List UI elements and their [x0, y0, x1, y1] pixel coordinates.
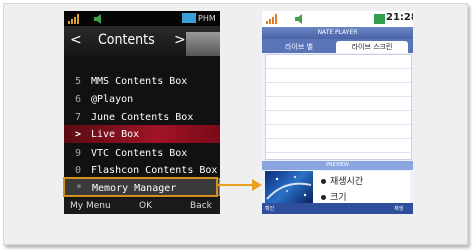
row-number: 5	[75, 76, 82, 87]
thumbnail-image	[186, 32, 220, 56]
signal-icon	[266, 14, 277, 24]
tab-live-screen[interactable]: 라이브 스크린	[336, 41, 408, 53]
row-number: 6	[75, 94, 82, 105]
list-item[interactable]: 6 @Playon	[64, 90, 220, 108]
option-playtime[interactable]: 재생시간	[321, 174, 363, 187]
bullet-icon	[321, 179, 326, 184]
softkey-back[interactable]: Back	[190, 201, 212, 211]
speaker-icon	[94, 14, 101, 24]
speaker-icon	[295, 14, 302, 24]
softkey-left[interactable]: My Menu	[70, 201, 111, 211]
status-bar: PHM	[64, 11, 220, 26]
list-item[interactable]: 9 VTC Contents Box	[64, 144, 220, 162]
status-right-text: PHM	[198, 14, 216, 23]
list-item[interactable]: 7 June Contents Box	[64, 108, 220, 126]
list-item-selected[interactable]: > Live Box	[64, 125, 220, 143]
title-bar: < Contents >	[64, 26, 220, 56]
softkey-confirm[interactable]: 확인	[265, 205, 274, 212]
clock: 21:28	[386, 12, 413, 23]
preview-thumbnail	[265, 171, 313, 204]
row-label: MMS Contents Box	[91, 76, 188, 87]
row-label: Flashcon Contents Box	[91, 165, 218, 176]
phone-player-screen: 21:28 NATE PLAYER 라이브 벨 라이브 스크린 PREVIEW …	[262, 11, 413, 214]
row-label: June Contents Box	[91, 112, 194, 123]
content-list	[265, 54, 412, 160]
softkey-bar: My Menu OK Back	[64, 198, 220, 214]
highlight-box	[63, 177, 218, 197]
battery-icon	[374, 14, 385, 24]
row-label: Live Box	[91, 129, 140, 140]
option-size[interactable]: 크기	[321, 190, 347, 203]
preview-label: PREVIEW	[262, 161, 413, 170]
status-bar: 21:28	[262, 11, 413, 27]
softkey-bar: 확인 재생	[262, 203, 413, 214]
tab-bar: 라이브 벨 라이브 스크린	[262, 39, 413, 53]
row-number: >	[75, 129, 82, 140]
preview-panel: 재생시간 크기	[265, 171, 410, 204]
row-number: 9	[75, 148, 82, 159]
tab-live-bell[interactable]: 라이브 벨	[266, 41, 332, 53]
row-label: VTC Contents Box	[91, 148, 188, 159]
chevron-left-icon[interactable]: <	[70, 32, 82, 48]
page-title: Contents	[98, 32, 155, 48]
row-number: 7	[75, 112, 82, 123]
battery-icon	[182, 13, 196, 23]
screenshot-panel: PHM < Contents > 5 MMS Contents Box 6 @Pla…	[3, 3, 468, 245]
player-header: NATE PLAYER	[262, 27, 413, 39]
bullet-icon	[321, 195, 326, 200]
softkey-play[interactable]: 재생	[394, 205, 403, 212]
arrow-icon	[218, 179, 262, 191]
softkey-ok[interactable]: OK	[139, 201, 152, 211]
row-label: @Playon	[91, 94, 134, 105]
option-label: 재생시간	[330, 177, 364, 187]
row-number: 0	[75, 165, 82, 176]
signal-icon	[68, 14, 79, 24]
list-item[interactable]: 5 MMS Contents Box	[64, 72, 220, 90]
chevron-right-icon[interactable]: >	[174, 32, 186, 48]
option-label: 크기	[330, 193, 347, 203]
